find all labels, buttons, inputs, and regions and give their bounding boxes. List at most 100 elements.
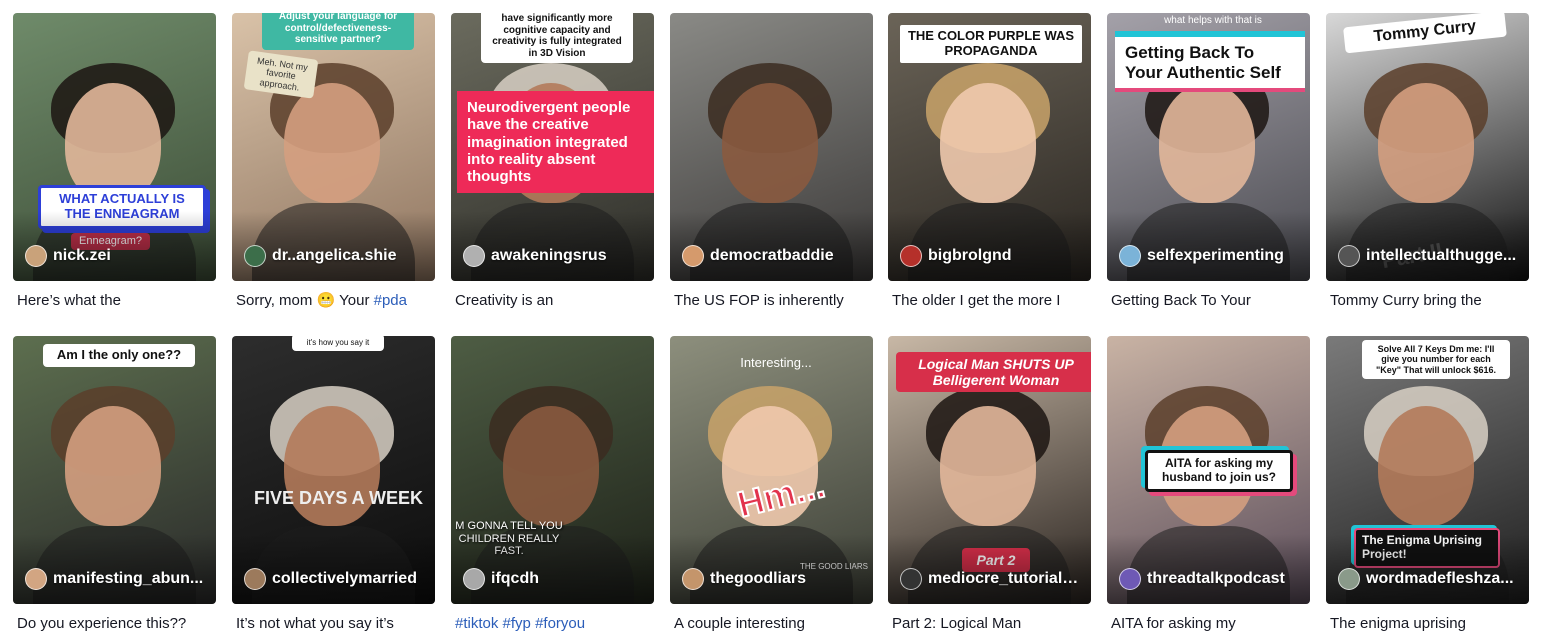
author-username[interactable]: manifesting_abun...	[53, 570, 203, 588]
author-username[interactable]: selfexperimenting	[1147, 247, 1284, 265]
author-link[interactable]: manifesting_abun...	[25, 568, 208, 590]
caption-text: AITA for asking my	[1111, 615, 1236, 632]
author-link[interactable]: selfexperimenting	[1119, 245, 1302, 267]
caption-text: Getting Back To Your	[1111, 292, 1251, 309]
video-thumbnail[interactable]: Tommy CurryPart IIintellectualthugge...	[1326, 13, 1529, 281]
avatar[interactable]	[25, 568, 47, 590]
video-thumbnail[interactable]: WHAT ACTUALLY IS THE ENNEAGRAMEnneagram?…	[13, 13, 216, 281]
author-link[interactable]: ifqcdh	[463, 568, 646, 590]
video-thumbnail[interactable]: AITA for asking my husband to join us? th…	[1107, 336, 1310, 604]
avatar[interactable]	[1119, 245, 1141, 267]
video-thumbnail[interactable]: Solve All 7 Keys Dm me: I'll give you nu…	[1326, 336, 1529, 604]
video-thumbnail[interactable]: have significantly more cognitive capaci…	[451, 13, 654, 281]
avatar[interactable]	[25, 245, 47, 267]
author-link[interactable]: bigbrolgnd	[900, 245, 1083, 267]
avatar[interactable]	[900, 245, 922, 267]
video-caption[interactable]: AITA for asking my	[1107, 614, 1310, 634]
author-username[interactable]: collectivelymarried	[272, 570, 417, 588]
caption-text: It’s not what you say it’s	[236, 615, 394, 632]
hashtag-link[interactable]: #pda	[374, 292, 407, 309]
caption-text: Sorry, mom 😬 Your	[236, 292, 374, 309]
video-card[interactable]: Tommy CurryPart IIintellectualthugge... T…	[1326, 13, 1529, 311]
video-caption[interactable]: Here’s what the	[13, 291, 216, 311]
author-link[interactable]: nick.zei	[25, 245, 208, 267]
author-username[interactable]: ifqcdh	[491, 570, 539, 588]
avatar[interactable]	[1338, 245, 1360, 267]
author-link[interactable]: dr..angelica.shie	[244, 245, 427, 267]
video-card[interactable]: AITA for asking my husband to join us? th…	[1107, 336, 1310, 634]
thumbnail-overlay-text: THE COLOR PURPLE WAS PROPAGANDA	[900, 25, 1082, 63]
thumbnail-overlay-text: FIVE DAYS A WEEK	[253, 488, 424, 508]
author-link[interactable]: thegoodliars	[682, 568, 865, 590]
video-caption[interactable]: Creativity is an	[451, 291, 654, 311]
video-card[interactable]: Solve All 7 Keys Dm me: I'll give you nu…	[1326, 336, 1529, 634]
video-card[interactable]: Adjust your language for control/defecti…	[232, 13, 435, 311]
video-card[interactable]: have significantly more cognitive capaci…	[451, 13, 654, 311]
author-link[interactable]: democratbaddie	[682, 245, 865, 267]
video-card[interactable]: Interesting...Hm...THE GOOD LIARSthegood…	[670, 336, 873, 634]
author-username[interactable]: awakeningsrus	[491, 247, 607, 265]
author-link[interactable]: threadtalkpodcast	[1119, 568, 1302, 590]
author-link[interactable]: collectivelymarried	[244, 568, 427, 590]
video-thumbnail[interactable]: THE COLOR PURPLE WAS PROPAGANDA bigbrolgn…	[888, 13, 1091, 281]
hashtag-link[interactable]: #fyp	[503, 615, 531, 632]
author-username[interactable]: bigbrolgnd	[928, 247, 1012, 265]
author-link[interactable]: awakeningsrus	[463, 245, 646, 267]
author-link[interactable]: intellectualthugge...	[1338, 245, 1521, 267]
video-caption[interactable]: Sorry, mom 😬 Your #pda	[232, 291, 435, 311]
video-caption[interactable]: A couple interesting	[670, 614, 873, 634]
video-caption[interactable]: Part 2: Logical Man	[888, 614, 1091, 634]
video-caption[interactable]: The enigma uprising	[1326, 614, 1529, 634]
author-link[interactable]: mediocre_tutorials...	[900, 568, 1083, 590]
author-username[interactable]: mediocre_tutorials...	[928, 570, 1083, 588]
author-username[interactable]: intellectualthugge...	[1366, 247, 1516, 265]
author-username[interactable]: threadtalkpodcast	[1147, 570, 1285, 588]
author-username[interactable]: dr..angelica.shie	[272, 247, 397, 265]
avatar[interactable]	[682, 245, 704, 267]
author-link[interactable]: wordmadefleshza...	[1338, 568, 1521, 590]
video-card[interactable]: M GONNA TELL YOU CHILDREN REALLY FAST.if…	[451, 336, 654, 634]
person-figure	[1378, 406, 1474, 526]
video-card[interactable]: Logical Man SHUTS UP Belligerent Woman Pa…	[888, 336, 1091, 634]
video-caption[interactable]: #tiktok #fyp #foryou	[451, 614, 654, 634]
caption-text: Here’s what the	[17, 292, 121, 309]
video-card[interactable]: WHAT ACTUALLY IS THE ENNEAGRAMEnneagram?…	[13, 13, 216, 311]
author-username[interactable]: nick.zei	[53, 247, 111, 265]
avatar[interactable]	[1338, 568, 1360, 590]
video-caption[interactable]: It’s not what you say it’s	[232, 614, 435, 634]
avatar[interactable]	[1119, 568, 1141, 590]
video-thumbnail[interactable]: M GONNA TELL YOU CHILDREN REALLY FAST.if…	[451, 336, 654, 604]
author-username[interactable]: thegoodliars	[710, 570, 806, 588]
avatar[interactable]	[463, 568, 485, 590]
avatar[interactable]	[244, 245, 266, 267]
video-card[interactable]: democratbaddie The US FOP is inherently	[670, 13, 873, 311]
avatar[interactable]	[682, 568, 704, 590]
author-username[interactable]: democratbaddie	[710, 247, 834, 265]
video-thumbnail[interactable]: democratbaddie	[670, 13, 873, 281]
hashtag-link[interactable]: #tiktok	[455, 615, 498, 632]
person-figure	[940, 83, 1036, 203]
video-caption[interactable]: Tommy Curry bring the	[1326, 291, 1529, 311]
video-card[interactable]: THE COLOR PURPLE WAS PROPAGANDA bigbrolgn…	[888, 13, 1091, 311]
video-card[interactable]: what helps with that is Getting Back To Y…	[1107, 13, 1310, 311]
video-caption[interactable]: The US FOP is inherently	[670, 291, 873, 311]
caption-text: The enigma uprising	[1330, 615, 1466, 632]
author-username[interactable]: wordmadefleshza...	[1366, 570, 1514, 588]
hashtag-link[interactable]: #foryou	[535, 615, 585, 632]
video-card[interactable]: it's how you say it FIVE DAYS A WEEK colle…	[232, 336, 435, 634]
video-caption[interactable]: Do you experience this??	[13, 614, 216, 634]
video-thumbnail[interactable]: Logical Man SHUTS UP Belligerent WomanPa…	[888, 336, 1091, 604]
video-card[interactable]: Am I the only one?? manifesting_abun... Do…	[13, 336, 216, 634]
avatar[interactable]	[463, 245, 485, 267]
video-thumbnail[interactable]: what helps with that is Getting Back To Y…	[1107, 13, 1310, 281]
video-thumbnail[interactable]: Interesting...Hm...THE GOOD LIARSthegood…	[670, 336, 873, 604]
avatar[interactable]	[244, 568, 266, 590]
video-caption[interactable]: Getting Back To Your	[1107, 291, 1310, 311]
avatar[interactable]	[900, 568, 922, 590]
person-figure	[722, 83, 818, 203]
video-thumbnail[interactable]: Adjust your language for control/defecti…	[232, 13, 435, 281]
video-grid: WHAT ACTUALLY IS THE ENNEAGRAMEnneagram?…	[0, 0, 1551, 643]
video-thumbnail[interactable]: Am I the only one?? manifesting_abun...	[13, 336, 216, 604]
video-caption[interactable]: The older I get the more I	[888, 291, 1091, 311]
video-thumbnail[interactable]: it's how you say it FIVE DAYS A WEEK colle…	[232, 336, 435, 604]
